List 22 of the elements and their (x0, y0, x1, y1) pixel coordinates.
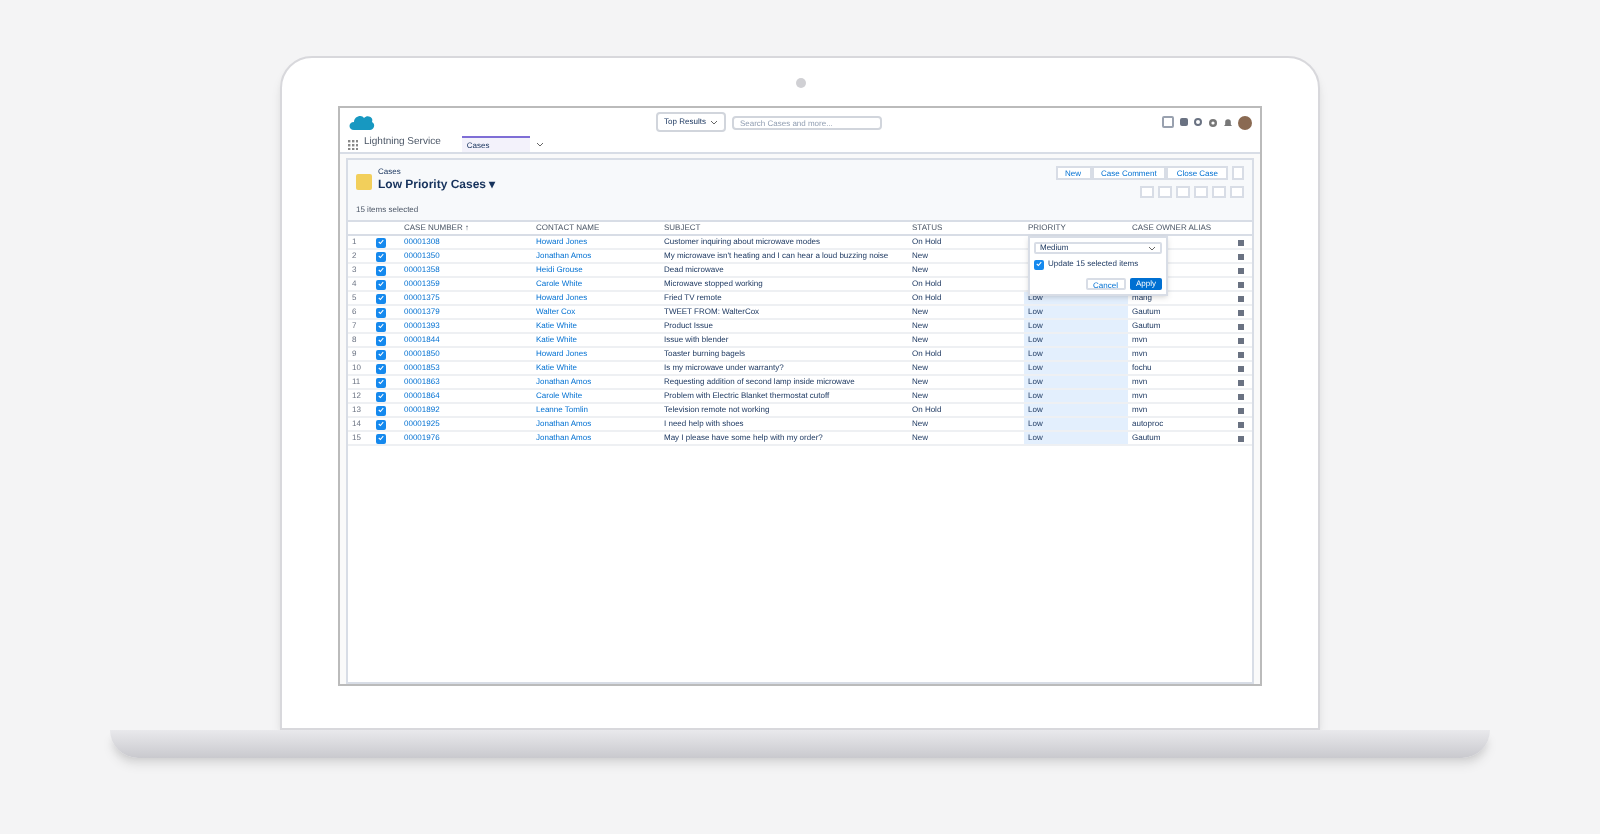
checkbox[interactable] (376, 377, 386, 387)
settings-icon[interactable] (1208, 117, 1218, 127)
cloud-logo-icon (348, 113, 376, 131)
bell-icon[interactable] (1224, 117, 1232, 127)
checkbox[interactable] (376, 237, 386, 247)
avatar[interactable] (1238, 115, 1252, 129)
checkbox[interactable] (376, 293, 386, 303)
checkbox[interactable] (1034, 259, 1044, 269)
checkbox[interactable] (376, 433, 386, 443)
camera-icon (795, 77, 805, 87)
checkbox[interactable] (376, 279, 386, 289)
checkbox[interactable] (376, 363, 386, 373)
checkbox[interactable] (376, 405, 386, 415)
checkbox[interactable] (376, 419, 386, 429)
checkbox[interactable] (376, 307, 386, 317)
checkbox[interactable] (376, 321, 386, 331)
app-launcher-icon[interactable] (348, 139, 358, 149)
checkbox[interactable] (376, 349, 386, 359)
checkbox[interactable] (376, 391, 386, 401)
checkbox[interactable] (376, 251, 386, 261)
checkbox[interactable] (376, 335, 386, 345)
checkbox[interactable] (376, 265, 386, 275)
